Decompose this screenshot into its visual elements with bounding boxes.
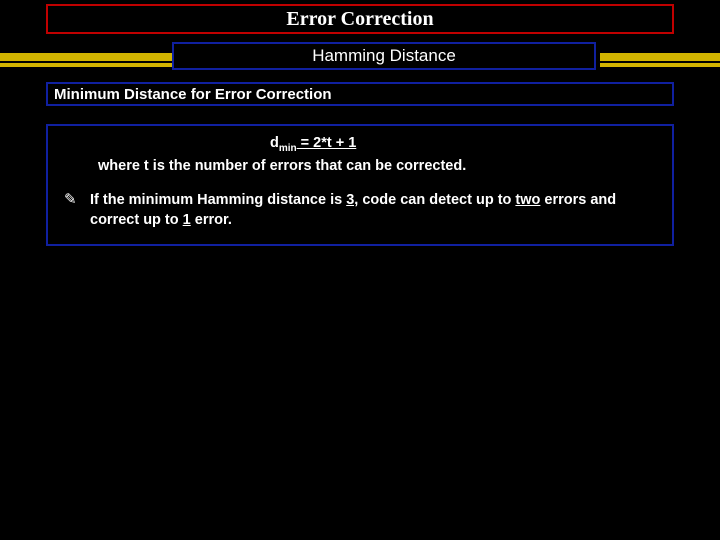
content-box: dmin = 2*t + 1 where t is the number of … (46, 124, 674, 246)
formula-sub: min (279, 143, 297, 154)
title-box: Error Correction (46, 4, 674, 34)
formula-eq: = 2*t + 1 (297, 135, 357, 151)
bullet-post: error. (191, 212, 232, 228)
bullet-text: If the minimum Hamming distance is 3, co… (90, 191, 662, 230)
formula-line: dmin = 2*t + 1 (270, 134, 662, 155)
section-heading-box: Minimum Distance for Error Correction (46, 82, 674, 106)
stripe-left (0, 53, 172, 61)
slide-subtitle: Hamming Distance (312, 46, 456, 66)
formula-d: d (270, 135, 279, 151)
bullet-value-1: 3, (346, 192, 358, 208)
pencil-icon: ✎ (64, 191, 90, 209)
bullet-row: ✎ If the minimum Hamming distance is 3, … (64, 191, 662, 230)
bullet-value-3: 1 (183, 212, 191, 228)
slide-title: Error Correction (286, 8, 433, 31)
bullet-value-2: two (515, 192, 540, 208)
stripe-right (600, 53, 720, 61)
bullet-pre: If the minimum Hamming distance is (90, 192, 346, 208)
bullet-mid1: code can detect up to (358, 192, 515, 208)
slide: Error Correction Hamming Distance Minimu… (0, 0, 720, 540)
subtitle-box: Hamming Distance (172, 42, 596, 70)
where-line: where t is the number of errors that can… (98, 157, 662, 177)
section-heading: Minimum Distance for Error Correction (54, 86, 332, 103)
